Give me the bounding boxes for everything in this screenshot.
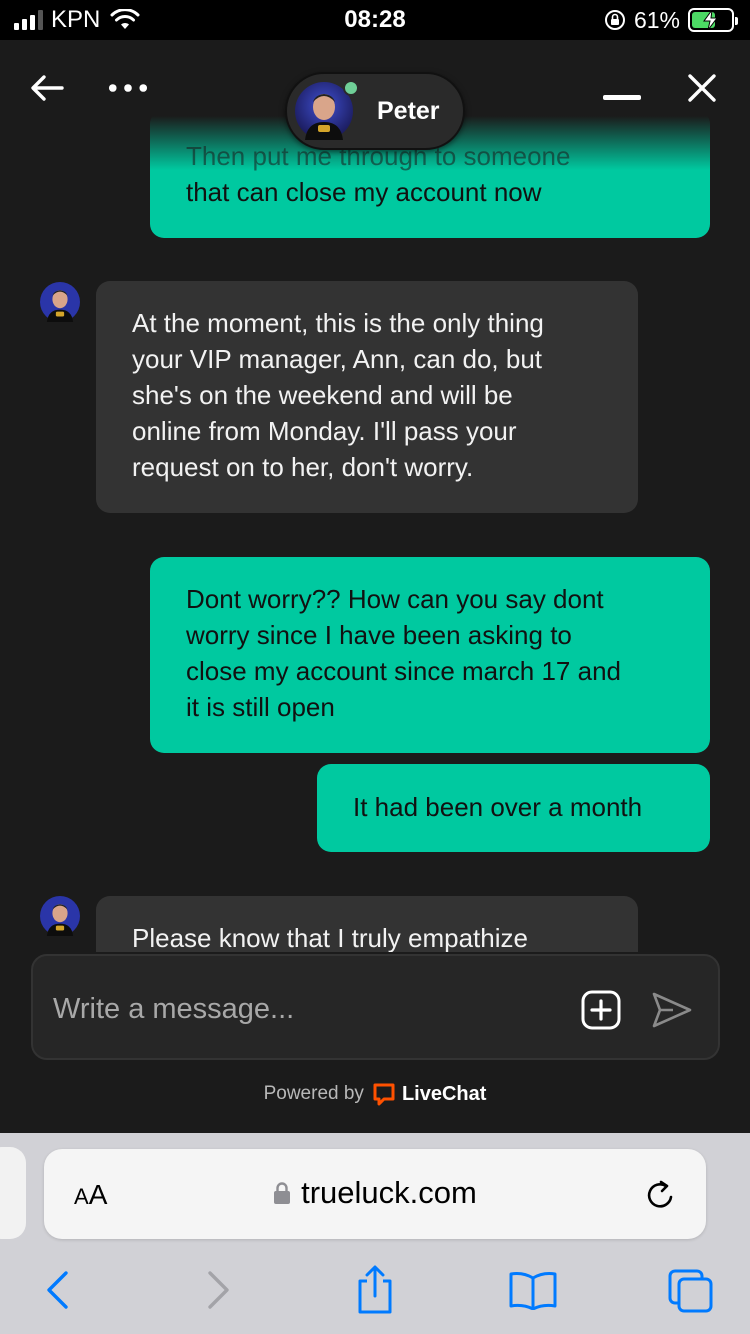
message-line: she's on the weekend and will be xyxy=(132,380,513,410)
livechat-brand: LiveChat xyxy=(401,1082,487,1105)
agent-message: Please know that I truly empathize xyxy=(96,896,638,952)
browser-nav-bar xyxy=(0,1263,750,1323)
message-line: it is still open xyxy=(186,692,335,722)
message-line: Dont worry?? How can you say dont xyxy=(186,584,604,614)
back-icon[interactable] xyxy=(30,1263,84,1317)
powered-by-label: Powered by xyxy=(263,1083,364,1104)
livechat-logo[interactable]: LiveChat xyxy=(372,1082,486,1106)
user-message: Dont worry?? How can you say dont worry … xyxy=(150,557,710,753)
message-line: At the moment, this is the only thing xyxy=(132,308,544,338)
message-line: your VIP manager, Ann, can do, but xyxy=(132,344,543,374)
send-icon[interactable] xyxy=(651,990,693,1030)
message-line: Please know that I truly empathize xyxy=(132,923,528,952)
back-arrow-icon[interactable] xyxy=(27,68,67,108)
message-composer xyxy=(31,954,720,1060)
message-line: worry since I have been asking to xyxy=(186,620,572,650)
battery-charging-icon xyxy=(688,8,738,32)
close-icon[interactable] xyxy=(682,68,722,108)
message-line: close my account since march 17 and xyxy=(186,656,621,686)
reload-icon[interactable] xyxy=(642,1177,678,1213)
url-display[interactable]: trueluck.com xyxy=(44,1175,706,1211)
livechat-icon xyxy=(373,1083,395,1106)
user-message: It had been over a month xyxy=(317,764,710,852)
attach-plus-icon[interactable] xyxy=(581,990,621,1030)
status-bar: KPN 08:28 61% xyxy=(0,0,750,40)
forward-icon[interactable] xyxy=(192,1263,246,1317)
message-input[interactable] xyxy=(53,984,573,1034)
tabs-icon[interactable] xyxy=(664,1263,718,1317)
rotation-lock-icon xyxy=(604,10,625,30)
message-line: online from Monday. I'll pass your xyxy=(132,416,517,446)
message-line: that can close my account now xyxy=(186,177,542,207)
lock-icon xyxy=(274,1182,291,1204)
avatar xyxy=(40,282,80,322)
agent-message: At the moment, this is the only thing yo… xyxy=(96,281,638,513)
agent-pill[interactable]: Peter xyxy=(285,72,465,150)
powered-by: Powered by LiveChat xyxy=(0,1082,750,1106)
message-line: It had been over a month xyxy=(353,792,643,822)
online-status-dot xyxy=(343,80,359,96)
bookmarks-icon[interactable] xyxy=(506,1263,560,1317)
more-icon[interactable] xyxy=(108,68,148,108)
share-icon[interactable] xyxy=(348,1263,402,1317)
agent-name: Peter xyxy=(377,96,440,125)
address-bar[interactable]: AA trueluck.com xyxy=(44,1149,706,1239)
avatar xyxy=(40,896,80,936)
browser-toolbar: AA trueluck.com xyxy=(0,1133,750,1334)
battery-percent: 61% xyxy=(633,6,680,33)
avatar xyxy=(295,80,359,140)
message-line: request on to her, don't worry. xyxy=(132,452,474,482)
previous-tab-peek[interactable] xyxy=(0,1147,26,1239)
url-text: trueluck.com xyxy=(301,1175,477,1210)
message-list[interactable]: Then put me through to someone that can … xyxy=(0,110,750,952)
